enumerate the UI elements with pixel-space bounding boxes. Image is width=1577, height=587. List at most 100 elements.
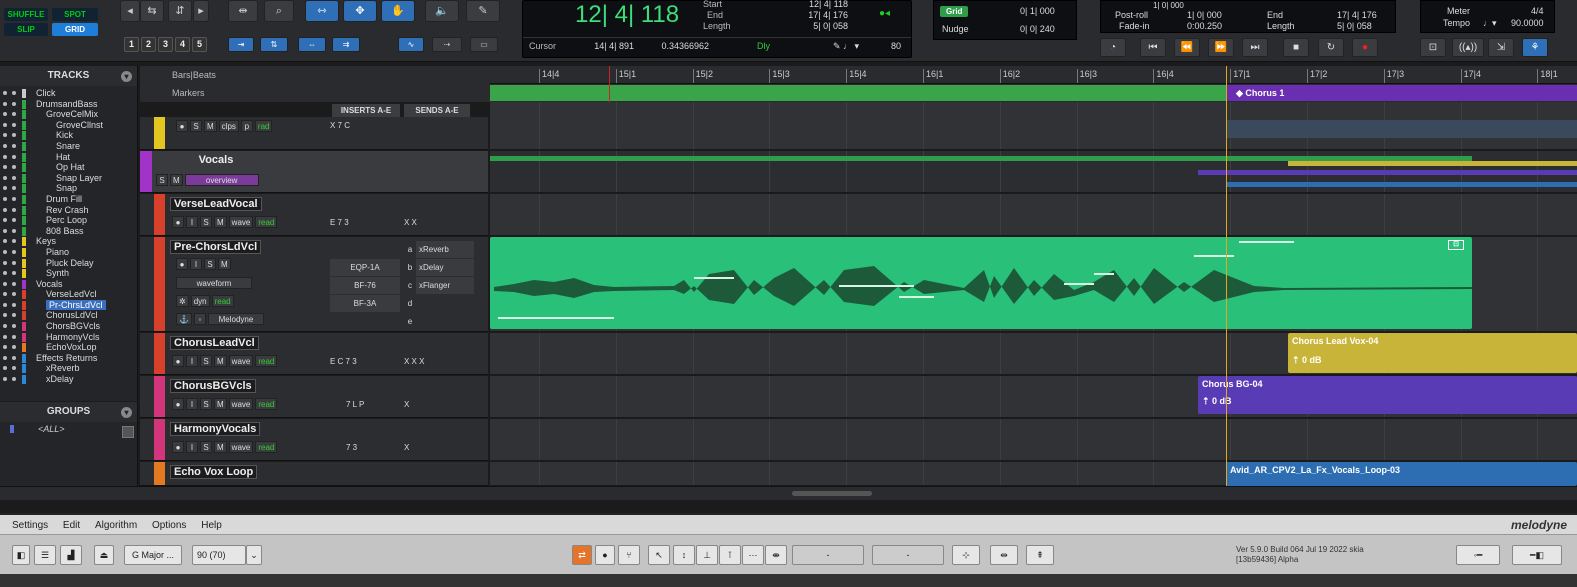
send-slot-d[interactable]: d xyxy=(404,295,474,312)
groups-all-row[interactable]: <ALL> xyxy=(0,422,137,436)
rewind-icon[interactable]: ⏪ xyxy=(1174,38,1200,57)
input-monitor-button[interactable]: I xyxy=(186,441,198,453)
insert-slot-3[interactable]: BF-3A xyxy=(330,295,400,312)
key-selector[interactable]: G Major ... xyxy=(124,545,182,565)
show-hide-dot-icon[interactable] xyxy=(3,165,7,170)
melodyne-menu-edit[interactable]: Edit xyxy=(63,520,80,531)
send-slot-a[interactable]: a xReverb xyxy=(404,241,474,258)
freeze-icon[interactable]: ✲ xyxy=(176,295,189,307)
show-hide-dot-icon[interactable] xyxy=(3,239,7,244)
zoom-out-icon[interactable]: ◂ xyxy=(120,0,140,22)
amplitude-tool-icon[interactable]: ⊺ xyxy=(719,545,741,565)
send-slot-c[interactable]: c xFlanger xyxy=(404,277,474,294)
compare-icon[interactable]: ⑂ xyxy=(618,545,640,565)
track-list-item[interactable]: Effects Returns xyxy=(0,353,137,364)
track-list-item[interactable]: Hat xyxy=(0,152,137,163)
nudge-value[interactable]: 0| 0| 240 xyxy=(1020,24,1055,34)
zoom-preset-4[interactable]: 4 xyxy=(175,37,190,52)
fast-forward-icon[interactable]: ⏩ xyxy=(1208,38,1234,57)
show-hide-dot-icon[interactable] xyxy=(3,112,7,117)
record-enable-icon[interactable]: ● xyxy=(176,258,188,270)
active-dot-icon[interactable] xyxy=(12,377,16,382)
show-hide-dot-icon[interactable] xyxy=(3,260,7,265)
stop-icon[interactable]: ■ xyxy=(1283,38,1309,57)
track-name[interactable]: ChorusBGVcls xyxy=(170,379,256,393)
record-enable-icon[interactable]: ● xyxy=(176,120,188,132)
input-monitor-button[interactable]: I xyxy=(186,355,198,367)
active-dot-icon[interactable] xyxy=(12,292,16,297)
pitch-grid-icon[interactable]: ⊹ xyxy=(952,545,980,565)
speaker-icon[interactable]: 🔈 xyxy=(425,0,459,22)
view-selector[interactable]: clps xyxy=(218,120,239,132)
solo-button[interactable]: S xyxy=(190,120,202,132)
spot-mode-button[interactable]: SPOT xyxy=(52,8,98,21)
transfer-icon[interactable]: ⇄ xyxy=(572,545,592,565)
track-list-item[interactable]: ChorsBGVcls xyxy=(0,321,137,332)
groups-menu-icon[interactable]: ▾ xyxy=(121,407,132,418)
grid-mode-button[interactable]: GRID xyxy=(52,23,98,36)
show-hide-dot-icon[interactable] xyxy=(3,292,7,297)
solo-button[interactable]: S xyxy=(200,441,212,453)
meter-value[interactable]: 4/4 xyxy=(1531,6,1544,16)
separation-tool-icon[interactable]: ⇼ xyxy=(765,545,787,565)
zoom-slider[interactable]: ◦━ xyxy=(1456,545,1500,565)
active-dot-icon[interactable] xyxy=(12,228,16,233)
tab-to-transient-icon[interactable]: ⇥ xyxy=(228,37,254,52)
show-hide-dot-icon[interactable] xyxy=(3,366,7,371)
mirror-midi-icon[interactable]: ∿ xyxy=(398,37,424,52)
main-time-display[interactable]: 12| 4| 118 xyxy=(575,1,679,29)
insert-slot-2[interactable]: BF-76 xyxy=(330,277,400,294)
clip-gain[interactable]: ⇡ 0 dB xyxy=(1202,396,1232,407)
smart-tool-icon[interactable]: ✥ xyxy=(343,0,377,22)
solo-button[interactable]: S xyxy=(200,216,212,228)
show-hide-dot-icon[interactable] xyxy=(3,355,7,360)
active-dot-icon[interactable] xyxy=(12,281,16,286)
show-hide-dot-icon[interactable] xyxy=(3,345,7,350)
formant-tool-icon[interactable]: ⊥ xyxy=(696,545,718,565)
active-dot-icon[interactable] xyxy=(12,143,16,148)
sel-length-value[interactable]: 5| 0| 058 xyxy=(1337,21,1372,31)
show-hide-dot-icon[interactable] xyxy=(3,324,7,329)
edit-lane-echo[interactable]: Avid_AR_CPV2_La_Fx_Vocals_Loop-03 xyxy=(490,462,1577,486)
send-slot-e[interactable]: e xyxy=(404,313,474,330)
clip-chorus-bg[interactable]: Chorus BG-04 ⇡ 0 dB xyxy=(1198,376,1577,414)
record-dot-icon[interactable]: ● xyxy=(595,545,615,565)
playlist-button[interactable]: p xyxy=(240,120,253,132)
show-hide-dot-icon[interactable] xyxy=(3,133,7,138)
fadein-value[interactable]: 0:00.250 xyxy=(1187,21,1222,31)
track-list-item[interactable]: Click xyxy=(0,88,137,99)
bars-beats-ruler[interactable]: Bars|Beats xyxy=(140,66,490,84)
show-hide-dot-icon[interactable] xyxy=(3,122,7,127)
show-hide-dot-icon[interactable] xyxy=(3,334,7,339)
metronome-icon[interactable]: ⊡ xyxy=(1420,38,1446,57)
track-list-item[interactable]: GroveCelMix xyxy=(0,109,137,120)
track-name[interactable]: Echo Vox Loop xyxy=(170,465,258,479)
inserts-column-header[interactable]: INSERTS A-E xyxy=(332,104,400,117)
show-hide-dot-icon[interactable] xyxy=(3,196,7,201)
active-dot-icon[interactable] xyxy=(12,302,16,307)
track-list-item[interactable]: 808 Bass xyxy=(0,226,137,237)
folder-clip-bar-3[interactable] xyxy=(1198,170,1577,175)
show-hide-dot-icon[interactable] xyxy=(3,186,7,191)
track-name[interactable]: Vocals xyxy=(156,154,276,168)
link-selection-icon[interactable]: ⇅ xyxy=(260,37,288,52)
note-value-icon[interactable]: ♩▾ xyxy=(1483,18,1497,29)
zoom-in-icon[interactable]: ▸ xyxy=(193,0,209,22)
zoomer-tool-icon[interactable]: ⇹ xyxy=(228,0,258,22)
track-list-item[interactable]: Snap xyxy=(0,183,137,194)
edit-lane-prechorus[interactable]: ⊡ xyxy=(490,237,1577,332)
track-name[interactable]: HarmonyVocals xyxy=(170,422,261,436)
show-hide-dot-icon[interactable] xyxy=(3,271,7,276)
melodyne-menu-algorithm[interactable]: Algorithm xyxy=(95,520,137,531)
mute-button[interactable]: M xyxy=(218,258,231,270)
track-list-item[interactable]: Keys xyxy=(0,236,137,247)
active-dot-icon[interactable] xyxy=(12,239,16,244)
active-dot-icon[interactable] xyxy=(12,345,16,350)
active-dot-icon[interactable] xyxy=(12,133,16,138)
track-list-item[interactable]: Op Hat xyxy=(0,162,137,173)
track-list-item[interactable]: Snap Layer xyxy=(0,173,137,184)
automation-selector[interactable]: read xyxy=(255,441,278,453)
track-list-item[interactable]: Drum Fill xyxy=(0,194,137,205)
view-selector[interactable]: waveform xyxy=(176,277,252,289)
solo-button[interactable]: S xyxy=(156,174,168,186)
